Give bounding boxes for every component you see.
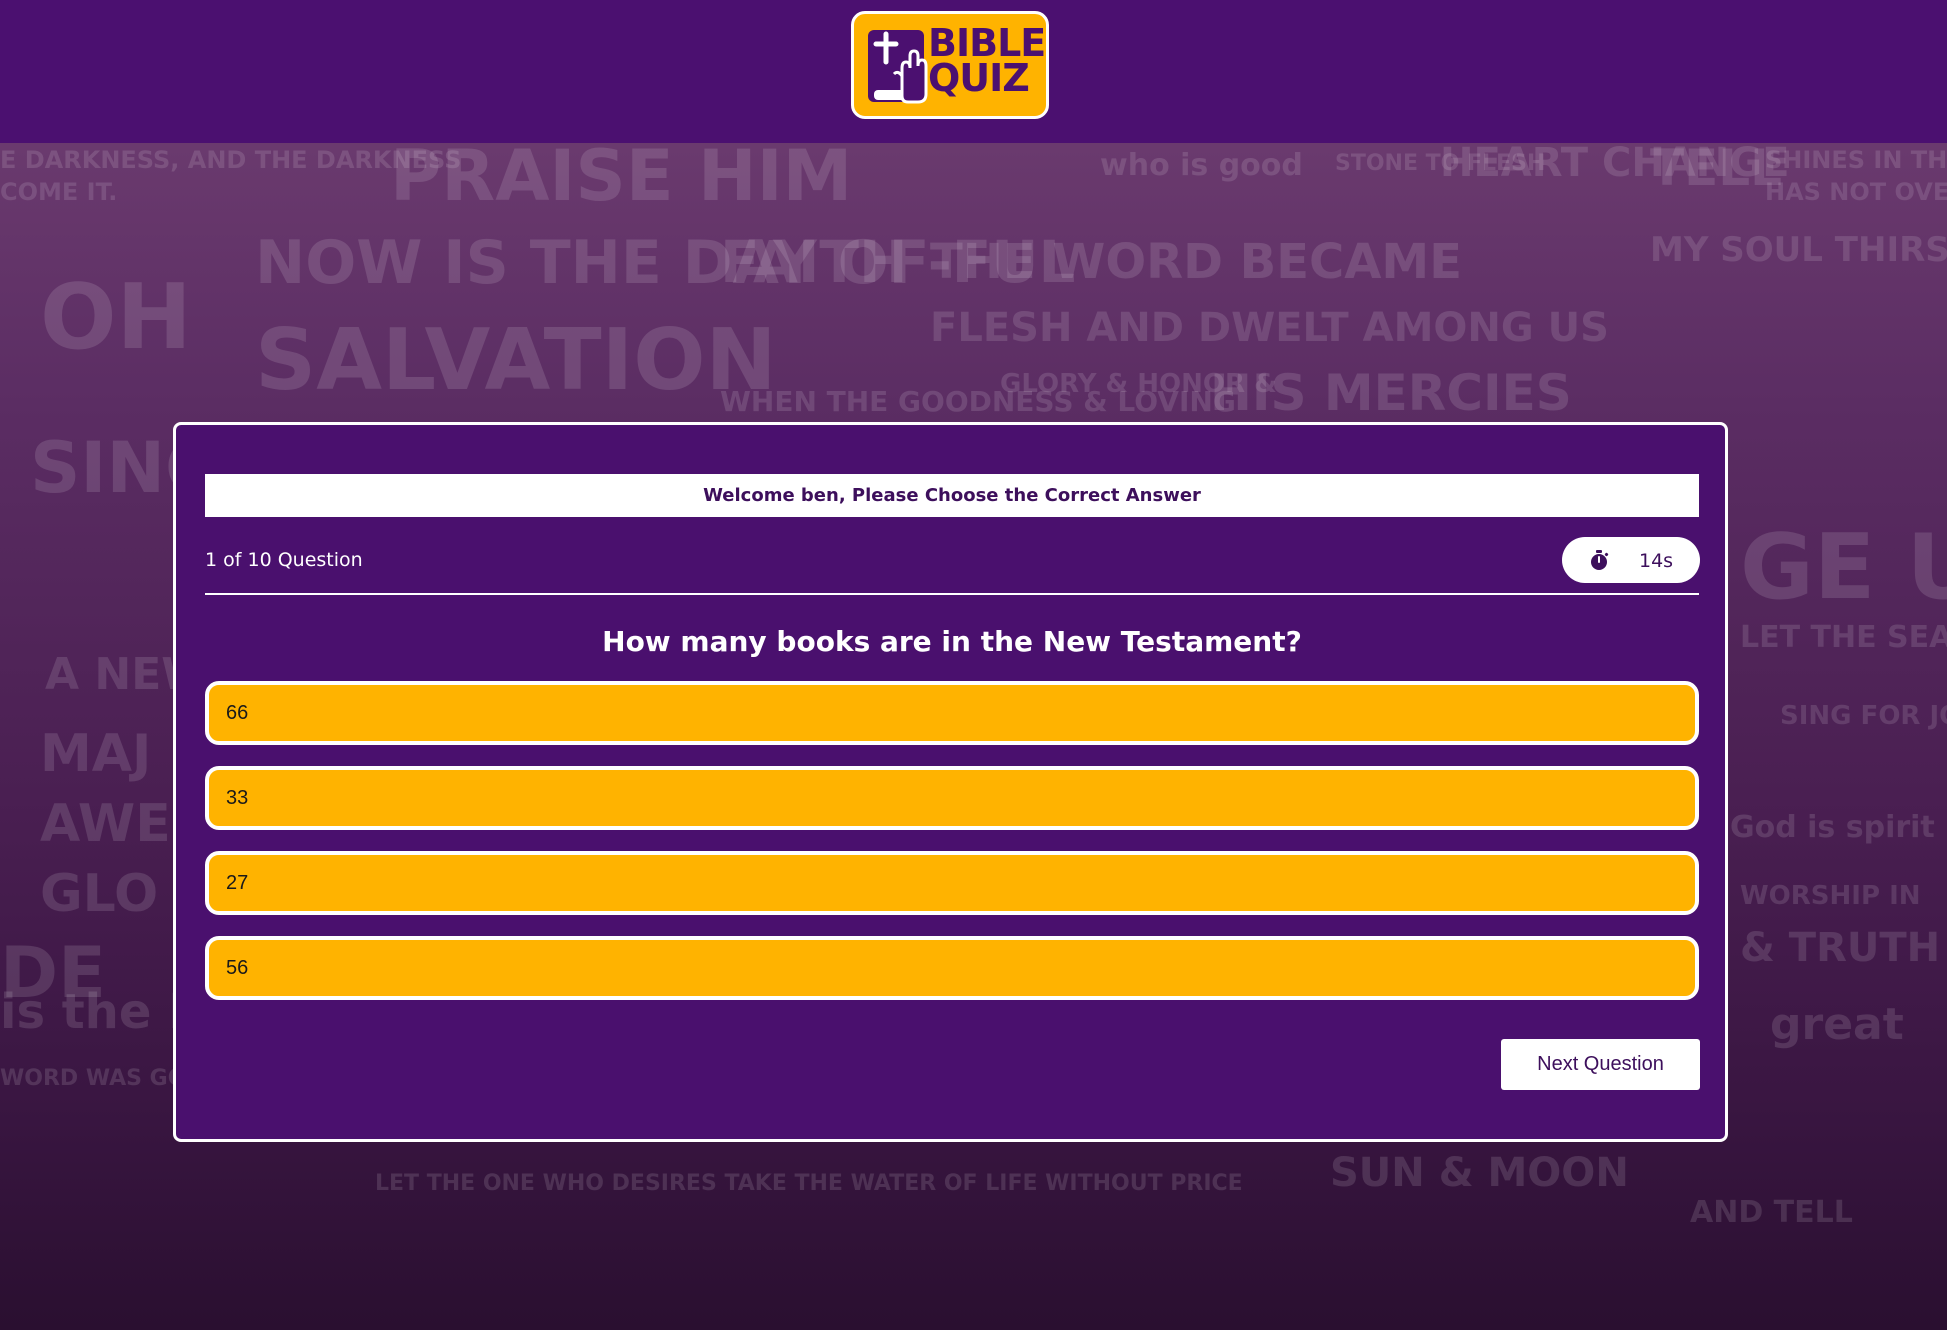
background-lettering: SHINES IN THE D (1765, 146, 1947, 174)
background-lettering: GE UP! (1740, 515, 1947, 620)
background-lettering: SUN & MOON (1330, 1150, 1629, 1196)
logo-text: BIBLE QUIZ (928, 21, 1046, 100)
timer-value: 14s (1639, 550, 1674, 572)
background-lettering: AND TELL (1690, 1195, 1853, 1230)
question-text: How many books are in the New Testament? (602, 625, 1302, 658)
background-lettering: LET THE ONE WHO DESIRES TAKE THE WATER O… (375, 1171, 1243, 1196)
background-lettering: SING FOR JOY (1780, 701, 1947, 731)
background-lettering: TELL (1650, 143, 1782, 197)
background-lettering: LET THE SEA ROAR! (1740, 620, 1947, 655)
background-lettering: & TRUTH (1740, 925, 1941, 971)
background-lettering: AWE (40, 794, 171, 854)
background-lettering: HAS NOT OVERCO (1765, 178, 1947, 206)
background-lettering: great (1770, 999, 1904, 1050)
background-lettering: MAJ (40, 724, 152, 784)
background-lettering: HIS MERCIES (1210, 364, 1572, 422)
bible-quiz-logo[interactable]: BIBLE QUIZ (851, 11, 1049, 119)
timer-pill: 14s (1562, 537, 1700, 583)
answer-option[interactable]: 66 (205, 681, 1699, 745)
background-lettering: who is good (1100, 148, 1303, 183)
background-lettering: OH (40, 265, 192, 370)
background-lettering: is the L (0, 984, 199, 1040)
question-counter: 1 of 10 Question (205, 549, 363, 571)
answer-option[interactable]: 56 (205, 936, 1699, 1000)
divider (205, 593, 1699, 595)
stopwatch-icon (1591, 550, 1609, 570)
background-lettering: WORSHIP IN (1740, 881, 1921, 911)
answer-option[interactable]: 27 (205, 851, 1699, 915)
background-lettering: God is spirit & him (1730, 810, 1947, 845)
bible-hand-logo-icon (868, 30, 928, 104)
background-lettering: THE WORD BECAME (930, 234, 1462, 290)
next-question-button[interactable]: Next Question (1501, 1039, 1700, 1090)
background-lettering: GLO (40, 864, 159, 924)
background-lettering: MY SOUL THIRSTS FOR GOD, FOR THE Living (1650, 230, 1947, 270)
welcome-banner: Welcome ben, Please Choose the Correct A… (205, 474, 1699, 517)
background-lettering: FLESH AND DWELT AMONG US (930, 305, 1609, 351)
background-lettering: SALVATION (255, 311, 777, 410)
quiz-card: Welcome ben, Please Choose the Correct A… (173, 422, 1728, 1142)
answer-option[interactable]: 33 (205, 766, 1699, 830)
background-lettering: PRAISE HIM (390, 143, 853, 217)
top-header: BIBLE QUIZ (0, 0, 1947, 143)
background-lettering: COME IT. (0, 178, 118, 206)
